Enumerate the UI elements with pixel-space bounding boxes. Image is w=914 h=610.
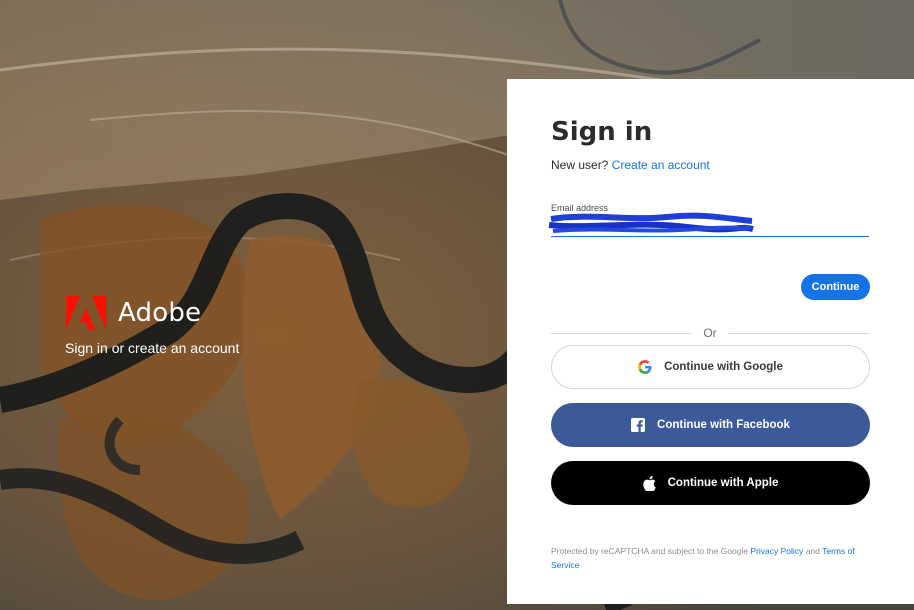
- legal-and: and: [805, 546, 820, 556]
- email-field[interactable]: [551, 215, 869, 237]
- new-user-text: New user?: [551, 158, 609, 172]
- adobe-logo-icon: [66, 296, 106, 330]
- divider-line-right: [729, 333, 869, 334]
- sign-in-panel: Sign in New user? Create an account Emai…: [507, 79, 914, 604]
- continue-button[interactable]: Continue: [801, 274, 870, 300]
- google-g-icon: [638, 360, 652, 374]
- email-label: Email address: [551, 203, 609, 213]
- brand-row: Adobe: [66, 296, 239, 330]
- brand-tagline: Sign in or create an account: [65, 340, 240, 356]
- new-user-row: New user? Create an account: [551, 158, 710, 172]
- apple-button-label: Continue with Apple: [667, 477, 779, 489]
- brand-name: Adobe: [118, 298, 202, 328]
- google-button-label: Continue with Google: [664, 361, 783, 373]
- page-title: Sign in: [551, 117, 653, 147]
- legal-text: Protected by reCAPTCHA and subject to th…: [551, 544, 871, 572]
- or-divider: Or: [551, 326, 869, 340]
- google-signin-button[interactable]: Continue with Google: [551, 345, 870, 389]
- legal-prefix: Protected by reCAPTCHA and subject to th…: [551, 546, 749, 556]
- brand-block: Adobe Sign in or create an account: [65, 296, 240, 357]
- privacy-policy-link[interactable]: Privacy Policy: [750, 546, 803, 556]
- sign-in-page: Adobe Sign in or create an account Sign …: [0, 0, 914, 610]
- facebook-button-label: Continue with Facebook: [657, 419, 790, 431]
- facebook-f-icon: [631, 418, 646, 432]
- apple-signin-button[interactable]: Continue with Apple: [551, 461, 870, 505]
- create-account-link[interactable]: Create an account: [612, 158, 710, 172]
- apple-icon: [642, 475, 656, 491]
- facebook-signin-button[interactable]: Continue with Facebook: [551, 403, 870, 447]
